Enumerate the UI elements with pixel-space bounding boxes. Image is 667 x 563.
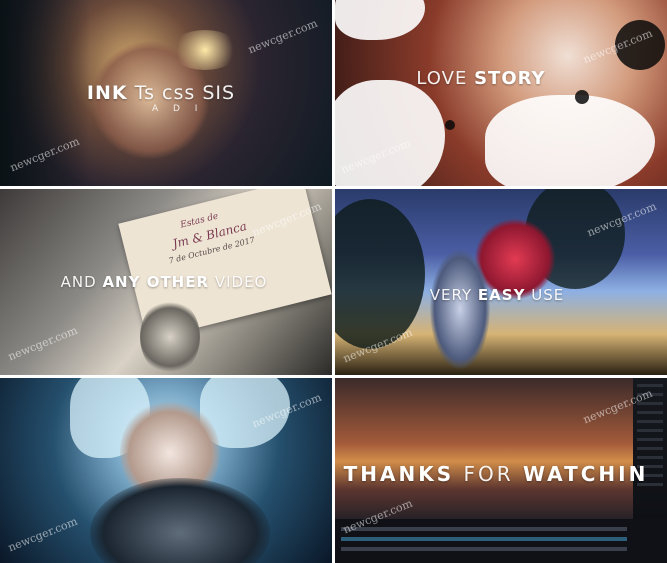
bride-silhouette: [430, 249, 490, 369]
caption-light: VIDEO: [214, 273, 268, 291]
tile-love-story: LOVE STORY newcger.com newcger.com: [335, 0, 667, 186]
caption-light: AND: [60, 273, 97, 291]
watermark: newcger.com: [6, 323, 80, 364]
tile-1-subline: A D I: [152, 104, 204, 114]
caption-bold: ANY OTHER: [102, 273, 210, 291]
tile-very-easy-use: VERY EASY USE newcger.com newcger.com: [335, 189, 667, 375]
white-ink-splash: [335, 0, 425, 40]
tile-winter-portrait: newcger.com newcger.com: [0, 378, 332, 563]
caption-bold: THANKS: [343, 462, 455, 486]
tile-2-caption: LOVE STORY: [335, 68, 667, 89]
caption-light: VERY: [429, 286, 473, 304]
caption-light: Ts css SIS: [134, 82, 236, 104]
caption-light: USE: [531, 286, 565, 304]
ink-drop: [445, 120, 455, 130]
collage-grid: INK Ts css SIS A D I newcger.com newcger…: [0, 0, 667, 563]
tile-4-caption: VERY EASY USE: [335, 286, 667, 304]
tile-1-caption: INK Ts css SIS: [0, 82, 332, 104]
caption-bold: INK: [86, 82, 128, 104]
tile-6-caption: THANKS FOR WATCHIN: [335, 462, 667, 486]
couple-silhouette: [140, 299, 200, 375]
fur-coat: [90, 478, 270, 563]
ink-drop: [575, 90, 589, 104]
tile-thanks-for-watching: THANKS FOR WATCHIN newcger.com newcger.c…: [335, 378, 667, 563]
caption-bold: WATCHIN: [523, 462, 649, 486]
watermark: newcger.com: [246, 16, 320, 57]
white-ink-splash: [485, 95, 655, 186]
tile-ink-intro: INK Ts css SIS A D I newcger.com newcger…: [0, 0, 332, 186]
dark-ink-shape: [335, 199, 425, 349]
watermark: newcger.com: [6, 514, 80, 555]
editor-timeline: [335, 519, 667, 563]
caption-light: LOVE: [416, 68, 468, 89]
tile-3-caption: AND ANY OTHER VIDEO: [0, 273, 332, 291]
caption-bold: STORY: [474, 68, 546, 89]
caption-light: FOR: [463, 462, 514, 486]
tile-any-other-video: Estas de Jm & Blanca 7 de Octubre de 201…: [0, 189, 332, 375]
caption-bold: EASY: [477, 286, 526, 304]
bokeh-light: [170, 30, 240, 70]
